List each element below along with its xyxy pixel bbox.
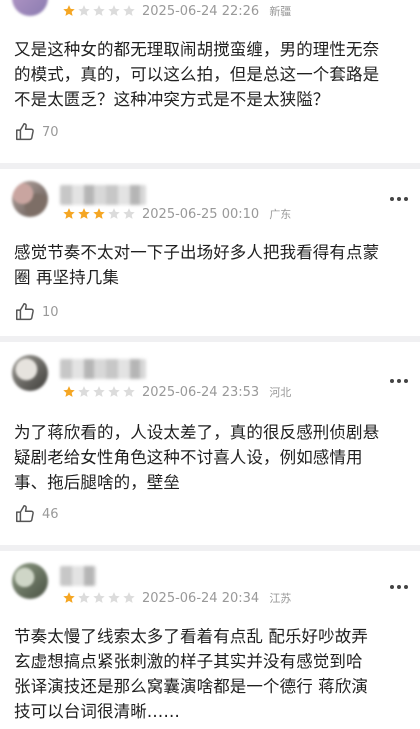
review-meta: 2025-06-24 22:26 新疆 (142, 3, 291, 19)
like-count: 46 (42, 506, 59, 522)
more-icon-dot (397, 585, 401, 589)
star-empty-icon (78, 592, 90, 603)
review-date: 2025-06-25 (142, 207, 218, 222)
review-meta: 2025-06-24 23:53 河北 (142, 384, 291, 400)
more-icon-dot (404, 197, 408, 201)
review-meta: 2025-06-25 00:10 广东 (142, 206, 291, 222)
thumbs-up-icon (16, 123, 34, 141)
review-content[interactable]: 为了蒋欣看的，人设太差了，真的很反感刑侦剧悬 疑剧老给女性角色这种不讨喜人设，例… (14, 420, 412, 495)
star-empty-icon (108, 208, 120, 219)
rating-stars (62, 591, 137, 605)
review-line: 技可以台词很清晰…… (14, 702, 180, 721)
review-line: 又是这种女的都无理取闹胡搅蛮缠，男的理性无奈 (14, 40, 380, 59)
review-date: 2025-06-24 (142, 385, 218, 400)
like-button[interactable]: 10 (14, 301, 59, 323)
rating-stars (62, 207, 137, 221)
star-empty-icon (108, 5, 120, 16)
star-filled-icon (63, 592, 75, 603)
star-empty-icon (108, 592, 120, 603)
review-line: 不是太匮乏？这种冲突方式是不是太狭隘？ (14, 90, 330, 109)
more-button[interactable] (388, 580, 410, 594)
review-line: 疑剧老给女性角色这种不讨喜人设，例如感情用 (14, 448, 363, 467)
username[interactable] (60, 185, 146, 205)
review-line: 事、拖后腿啥的，壁垒 (14, 473, 180, 492)
star-empty-icon (78, 5, 90, 16)
username[interactable] (60, 566, 96, 586)
review-item: 2025-06-24 23:53 河北 为了蒋欣看的，人设太差了，真的很反感刑侦… (0, 342, 420, 542)
rating-stars (62, 385, 137, 399)
review-region: 河北 (269, 386, 292, 399)
thumbs-up-icon (16, 505, 34, 523)
like-count: 70 (42, 124, 59, 140)
more-button[interactable] (388, 192, 410, 206)
avatar[interactable] (12, 355, 48, 391)
review-line: 节奏太慢了线索太多了看着有点乱 配乐好吵故弄 (14, 627, 368, 646)
star-empty-icon (123, 386, 135, 397)
review-time: 00:10 (221, 207, 260, 222)
review-line: 的模式，真的，可以这么拍，但是总这一个套路是 (14, 65, 380, 84)
review-line: 玄虚想搞点紧张刺激的样子其实并没有感觉到哈 (14, 652, 363, 671)
review-line: 圈 再坚持几集 (14, 268, 119, 287)
like-count: 10 (42, 304, 59, 320)
review-region: 广东 (269, 208, 292, 221)
review-date: 2025-06-24 (142, 591, 218, 606)
review-line: 为了蒋欣看的，人设太差了，真的很反感刑侦剧悬 (14, 423, 380, 442)
star-empty-icon (78, 386, 90, 397)
review-content[interactable]: 节奏太慢了线索太多了看着有点乱 配乐好吵故弄 玄虚想搞点紧张刺激的样子其实并没有… (14, 624, 412, 724)
more-icon-dot (404, 585, 408, 589)
star-empty-icon (108, 386, 120, 397)
avatar[interactable] (12, 563, 48, 599)
star-empty-icon (93, 592, 105, 603)
star-empty-icon (93, 386, 105, 397)
star-filled-icon (63, 5, 75, 16)
review-time: 20:34 (221, 591, 260, 606)
like-button[interactable]: 70 (14, 121, 59, 143)
review-line: 张译演技还是那么窝囊演啥都是一个德行 蒋欣演 (14, 677, 368, 696)
more-icon (390, 379, 394, 383)
review-region: 新疆 (269, 5, 292, 18)
star-empty-icon (93, 5, 105, 16)
review-region: 江苏 (269, 592, 292, 605)
review-line: 感觉节奏不太对一下子出场好多人把我看得有点蒙 (14, 243, 380, 262)
review-time: 22:26 (221, 4, 260, 19)
rating-stars (62, 4, 137, 18)
review-item: 2025-06-24 22:26 新疆 又是这种女的都无理取闹胡搅蛮缠，男的理性… (0, 0, 420, 160)
more-icon (390, 197, 394, 201)
more-button[interactable] (388, 374, 410, 388)
review-meta: 2025-06-24 20:34 江苏 (142, 590, 291, 606)
more-icon-dot (397, 197, 401, 201)
review-item: 2025-06-24 20:34 江苏 节奏太慢了线索太多了看着有点乱 配乐好吵… (0, 551, 420, 729)
thumbs-up-icon (16, 303, 34, 321)
star-empty-icon (123, 5, 135, 16)
review-content[interactable]: 又是这种女的都无理取闹胡搅蛮缠，男的理性无奈 的模式，真的，可以这么拍，但是总这… (14, 37, 412, 112)
avatar[interactable] (12, 181, 48, 217)
username[interactable] (60, 359, 146, 379)
more-icon-dot (397, 379, 401, 383)
star-empty-icon (123, 592, 135, 603)
like-button[interactable]: 46 (14, 503, 59, 525)
review-content[interactable]: 感觉节奏不太对一下子出场好多人把我看得有点蒙 圈 再坚持几集 (14, 240, 412, 290)
review-date: 2025-06-24 (142, 4, 218, 19)
star-filled-icon (63, 208, 75, 219)
review-item: 2025-06-25 00:10 广东 感觉节奏不太对一下子出场好多人把我看得有… (0, 169, 420, 330)
star-filled-icon (63, 386, 75, 397)
star-filled-icon (93, 208, 105, 219)
more-icon (390, 585, 394, 589)
avatar[interactable] (12, 0, 48, 16)
star-empty-icon (123, 208, 135, 219)
review-time: 23:53 (221, 385, 260, 400)
star-filled-icon (78, 208, 90, 219)
more-icon-dot (404, 379, 408, 383)
